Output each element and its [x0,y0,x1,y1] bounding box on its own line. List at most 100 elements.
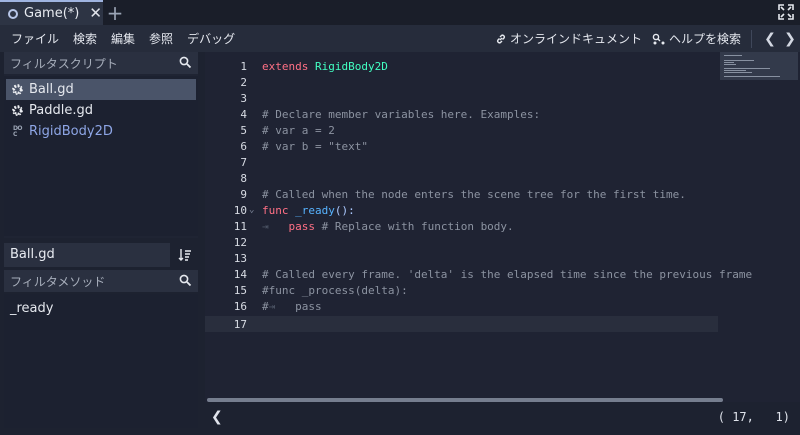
menu-bar: ファイル 検索 編集 参照 デバッグ オンラインドキュメント ヘルプを検索 ❮ … [0,25,800,52]
link-icon [496,34,505,43]
line-number: 2 [240,75,247,89]
comment: # Replace with function body. [315,219,514,233]
line-number: 1 [240,59,247,73]
keyword: pass [288,219,316,233]
line-number: 15 [233,283,247,297]
code-line: 14 # Called every frame. 'delta' is the … [205,266,752,282]
line-number: 5 [240,123,247,137]
comment: # var a = 2 [262,123,335,137]
script-item-label: Ball.gd [29,82,74,97]
code-line: 8 [205,170,718,186]
menu-separator [751,29,752,48]
cursor-position: ( 17, 1) [717,410,790,424]
minimap[interactable] [720,52,798,402]
doc-icon-text: C [12,130,17,138]
script-item-rigidbody2d-doc[interactable]: DO C RigidBody2D [6,121,196,142]
scene-circle-icon [8,8,18,19]
line-number: 9 [240,187,247,201]
filter-methods-input[interactable]: フィルタメソッド [4,270,198,292]
code-line: 10 ⌄ func _ready(): [205,202,718,218]
line-number: 12 [233,235,247,249]
current-file-name: Ball.gd [4,242,170,267]
script-item-ball[interactable]: Ball.gd [6,79,196,100]
line-number: 3 [240,91,247,105]
comment: # Called when the node enters the scene … [262,187,686,201]
line-number: 6 [240,139,247,153]
method-list: _ready [4,294,198,428]
fold-arrow-icon[interactable]: ⌄ [247,205,262,215]
filter-scripts-input[interactable]: フィルタスクリプト [4,52,198,74]
search-help-button[interactable]: ヘルプを検索 [652,30,741,47]
script-item-label: Paddle.gd [29,103,93,118]
script-panel: フィルタスクリプト Ball.gd Paddle.gd DO C RigidBod… [4,52,198,238]
line-number: 14 [233,267,247,281]
type-name: RigidBody2D [314,59,388,73]
history-prev-button[interactable]: ❮ [760,31,780,47]
close-icon[interactable]: ✕ [89,6,102,21]
online-docs-label: オンラインドキュメント [509,32,642,46]
script-item-paddle[interactable]: Paddle.gd [6,100,196,121]
menu-edit[interactable]: 編集 [111,30,135,47]
comment: pass [275,299,322,313]
code-line: 15 #func _process(delta): [205,282,718,298]
code-line: 7 [205,154,718,170]
tab-game[interactable]: Game(*) ✕ [0,0,103,25]
code-line: 6 # var b = "text" [205,138,718,154]
fullscreen-icon[interactable] [778,4,794,20]
code-line: 12 [205,234,718,250]
comment: # Declare member variables here. Example… [262,107,541,121]
sort-icon[interactable] [178,248,192,262]
symbol: (): [334,203,355,217]
search-icon [179,274,192,287]
line-number: 17 [233,317,247,331]
code-editor[interactable]: 1 extends RigidBody2D 2 3 4 # Declare me… [205,52,800,402]
menu-search[interactable]: 検索 [73,30,97,47]
script-item-label: RigidBody2D [29,124,113,139]
tab-label: Game(*) [24,6,80,21]
comment: # var b = "text" [262,139,368,153]
code-line: 2 [205,74,718,90]
code-line: 13 [205,250,718,266]
code-line: 1 extends RigidBody2D [205,58,718,74]
status-bar: ❮ ( 17, 1) [205,405,800,429]
menu-goto[interactable]: 参照 [149,30,173,47]
line-number: 7 [240,155,247,169]
filter-scripts-placeholder: フィルタスクリプト [10,56,118,71]
toggle-scripts-panel-button[interactable]: ❮ [211,409,223,425]
doc-icon: DO C [10,124,25,139]
function-name: _ready [295,203,335,217]
current-file-row: Ball.gd [4,242,198,267]
line-number: 10 [233,203,247,217]
keyword: func [262,203,289,217]
add-tab-icon[interactable]: + [106,0,124,25]
menu-debug[interactable]: デバッグ [187,30,235,47]
history-next-button[interactable]: ❯ [780,31,800,47]
online-docs-button[interactable]: オンラインドキュメント [495,30,642,47]
code-line: 3 [205,90,718,106]
code-line: 11 ⇥ pass # Replace with function body. [205,218,718,234]
tab-bar: Game(*) ✕ + [0,0,800,25]
keyword: extends [262,59,309,73]
line-number: 11 [233,219,247,233]
line-number: 16 [233,299,247,313]
help-search-icon [652,33,665,44]
code-line: 4 # Declare member variables here. Examp… [205,106,718,122]
gear-icon [10,103,25,118]
menu-file[interactable]: ファイル [11,30,59,47]
filter-methods-placeholder: フィルタメソッド [10,274,106,289]
code-line-current: 17 [205,316,718,332]
script-list: Ball.gd Paddle.gd DO C RigidBody2D [4,76,198,236]
line-number: 8 [240,171,247,185]
comment: # Called every frame. 'delta' is the ela… [262,267,753,281]
code-line: 16 #⇥ pass [205,298,718,314]
search-help-label: ヘルプを検索 [668,32,741,46]
gear-icon [10,82,25,97]
comment: # [262,299,269,313]
line-number: 13 [233,251,247,265]
horizontal-scrollbar[interactable] [207,398,723,402]
tab-indent-icon: ⇥ [262,219,269,233]
search-icon [179,56,192,69]
code-line: 9 # Called when the node enters the scen… [205,186,718,202]
method-item-ready[interactable]: _ready [4,294,198,316]
code-line: 5 # var a = 2 [205,122,718,138]
